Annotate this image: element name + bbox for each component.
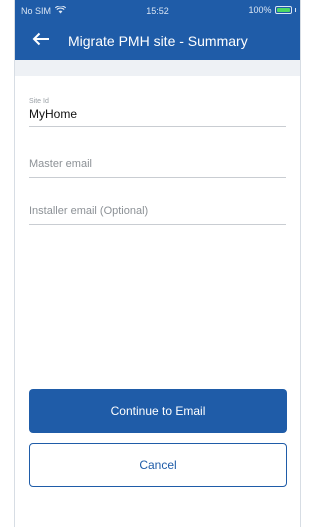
master-email-underline <box>29 177 286 178</box>
cancel-button[interactable]: Cancel <box>29 443 287 487</box>
battery-nub <box>294 8 296 12</box>
back-button[interactable] <box>31 31 51 51</box>
battery-percent: 100% <box>248 5 272 15</box>
continue-to-email-button[interactable]: Continue to Email <box>29 389 287 433</box>
app-bar: Migrate PMH site - Summary <box>15 22 300 60</box>
arrow-left-icon <box>32 32 50 51</box>
installer-email-input[interactable] <box>29 205 286 217</box>
master-email-field <box>29 154 286 178</box>
site-id-field: Site Id MyHome <box>29 98 286 127</box>
battery-icon <box>274 6 292 14</box>
master-email-input[interactable] <box>29 158 286 170</box>
battery-fill <box>276 8 290 12</box>
page-title: Migrate PMH site - Summary <box>68 33 248 49</box>
installer-email-underline <box>29 224 286 225</box>
status-right: 100% <box>248 5 296 15</box>
site-id-label: Site Id <box>29 98 49 105</box>
status-bar: No SIM 15:52 100% <box>15 0 300 22</box>
phone-screen: No SIM 15:52 100% Migrate PMH site - Sum… <box>14 0 301 527</box>
installer-email-field <box>29 201 286 225</box>
site-id-value: MyHome <box>29 107 78 121</box>
header-divider <box>15 60 300 76</box>
site-id-underline <box>29 126 286 127</box>
